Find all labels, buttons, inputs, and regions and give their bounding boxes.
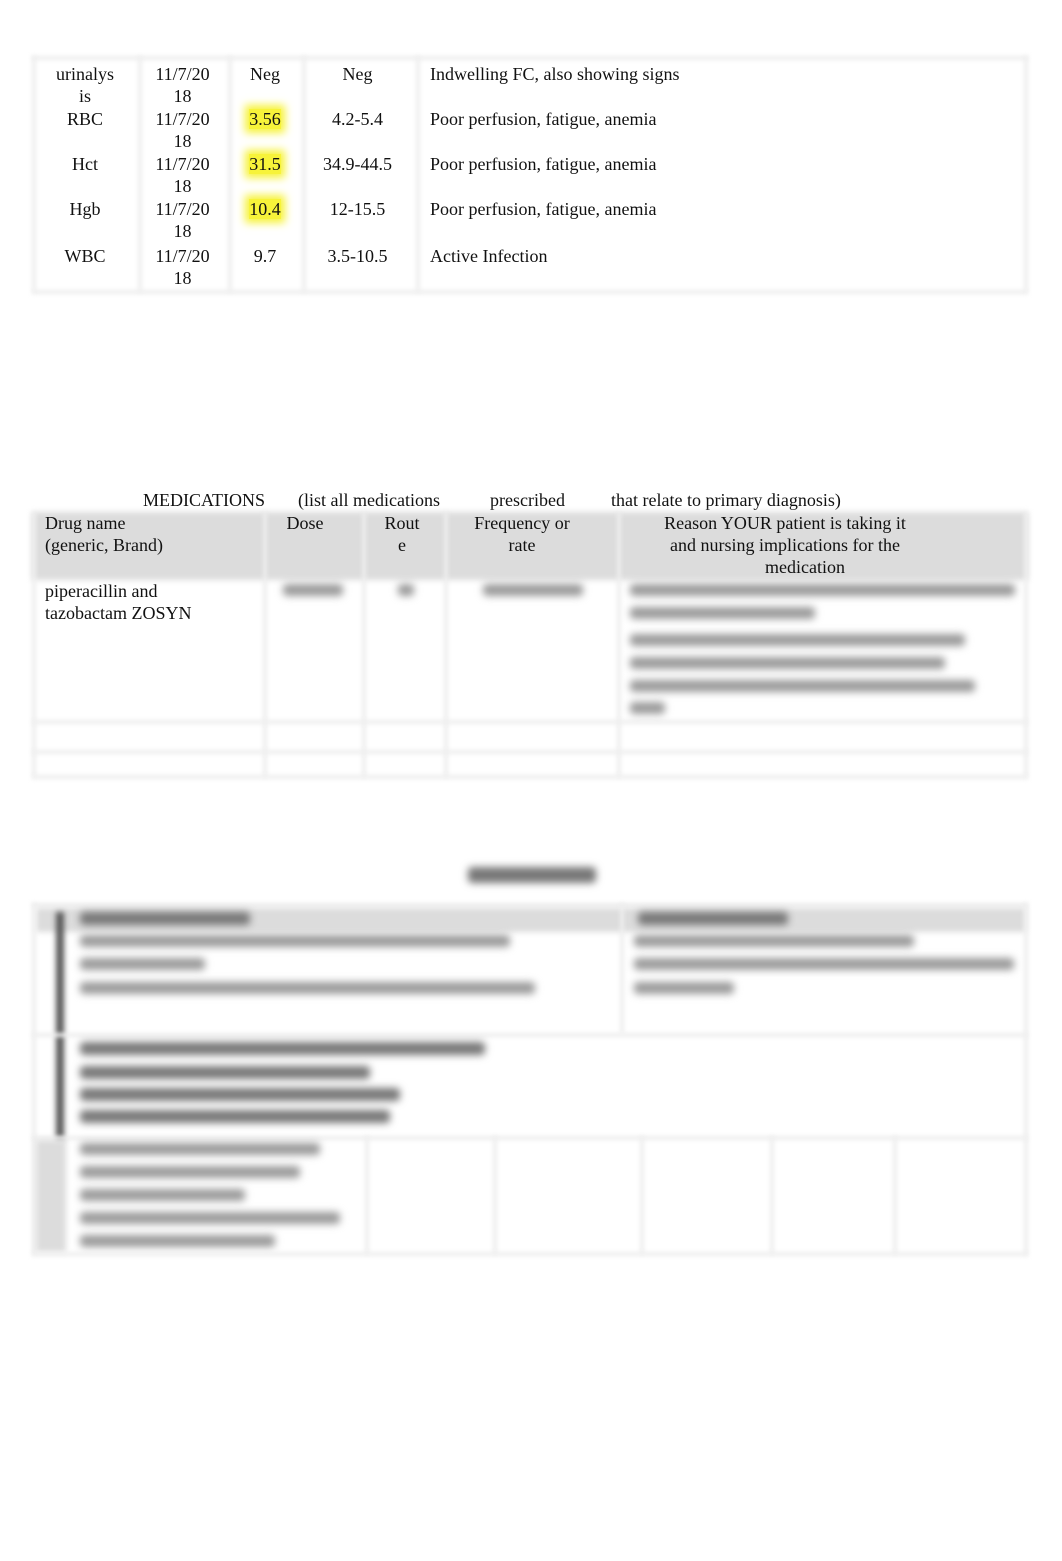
lab-value: 31.5	[230, 153, 300, 175]
lab-comment: Poor perfusion, fatigue, anemia	[430, 108, 656, 130]
header-line: Drug name	[45, 513, 126, 533]
lab-comment-text: Poor perfusion, fatigue, anemia	[430, 154, 657, 174]
lab-comment: Poor perfusion, fatigue, anemia	[430, 198, 656, 220]
lab-test: Hct	[40, 153, 130, 175]
lab-comment-text: Active Infection	[430, 246, 548, 266]
lab-value-text: 10.4	[249, 199, 281, 219]
lab-date-line: 11/7/20	[155, 64, 210, 84]
lab-value-text: 31.5	[249, 154, 281, 174]
medications-title-part: prescribed	[490, 490, 565, 510]
header-line: Dose	[286, 513, 324, 533]
drug-line: piperacillin and	[45, 581, 158, 601]
lab-range-text: 34.9-44.5	[323, 154, 392, 174]
header-line: (generic, Brand)	[45, 535, 163, 555]
obscured-route	[398, 584, 414, 596]
header-route: Rout e	[362, 512, 442, 556]
medications-title-part: MEDICATIONS	[143, 490, 266, 510]
lab-test-line: Hgb	[69, 199, 101, 219]
lab-date-line: 11/7/20	[155, 199, 210, 219]
lab-value: Neg	[230, 63, 300, 85]
document-page: urinalys is 11/7/20 18 Neg Neg Indwelling FC, …	[0, 0, 1062, 1561]
lab-value-text: Neg	[250, 64, 280, 84]
lab-range-text: 3.5-10.5	[327, 246, 388, 266]
lab-test-line: Hct	[72, 154, 98, 174]
header-line: Frequency or	[474, 513, 570, 533]
lab-test: WBC	[40, 245, 130, 267]
lab-test-line: WBC	[64, 246, 106, 266]
header-line: and nursing implications for the	[670, 535, 900, 555]
medications-title-part: (list all medications	[298, 490, 440, 510]
lab-test-line: RBC	[66, 109, 104, 129]
header-reason: Reason YOUR patient is taking it and nur…	[620, 512, 950, 578]
lab-range: 4.2-5.4	[305, 108, 410, 130]
lab-test-line: is	[78, 86, 91, 106]
lab-date: 11/7/20 18	[140, 108, 225, 152]
lab-date-line: 11/7/20	[155, 109, 210, 129]
lab-date-line: 11/7/20	[155, 246, 210, 266]
drug-line: tazobactam ZOSYN	[45, 603, 192, 623]
lab-comment-text: Poor perfusion, fatigue, anemia	[430, 109, 657, 129]
lab-test: RBC	[40, 108, 130, 130]
lab-date-line: 11/7/20	[155, 154, 210, 174]
lab-value-text: 3.56	[249, 109, 281, 129]
lab-date-line: 18	[173, 131, 192, 151]
lab-test: urinalys is	[40, 63, 130, 107]
header-dose: Dose	[265, 512, 345, 534]
lab-range: Neg	[305, 63, 410, 85]
header-line: e	[398, 535, 406, 555]
lab-value: 3.56	[230, 108, 300, 130]
lab-date: 11/7/20 18	[140, 245, 225, 289]
lab-date: 11/7/20 18	[140, 63, 225, 107]
header-line: Reason YOUR patient is taking it	[664, 513, 906, 533]
lab-date: 11/7/20 18	[140, 153, 225, 197]
medications-title-part: that relate to primary diagnosis)	[611, 490, 841, 510]
lab-value: 10.4	[230, 198, 300, 220]
lab-date-line: 18	[173, 176, 192, 196]
lab-date-line: 18	[173, 268, 192, 288]
lab-test-line: urinalys	[56, 64, 114, 84]
header-line: medication	[765, 557, 845, 577]
lab-value-text: 9.7	[253, 246, 277, 266]
lab-comment: Indwelling FC, also showing signs	[430, 63, 680, 85]
lab-comment: Poor perfusion, fatigue, anemia	[430, 153, 656, 175]
lab-comment: Active Infection	[430, 245, 547, 267]
lab-value: 9.7	[230, 245, 300, 267]
lab-date-line: 18	[173, 86, 192, 106]
lab-range-text: 4.2-5.4	[332, 109, 383, 129]
obscured-dose	[283, 584, 343, 596]
obscured-frequency	[483, 584, 583, 596]
lab-date: 11/7/20 18	[140, 198, 225, 242]
header-drug-name: Drug name (generic, Brand)	[45, 512, 163, 556]
header-line: rate	[508, 535, 536, 555]
lab-test: Hgb	[40, 198, 130, 220]
lab-range-text: 12-15.5	[329, 199, 386, 219]
lab-date-line: 18	[173, 221, 192, 241]
lab-comment-text: Poor perfusion, fatigue, anemia	[430, 199, 657, 219]
lab-comment-text: Indwelling FC, also showing signs	[430, 64, 680, 84]
lab-range-text: Neg	[342, 64, 373, 84]
lab-range: 3.5-10.5	[305, 245, 410, 267]
medication-drug-name: piperacillin and tazobactam ZOSYN	[45, 580, 191, 624]
header-line: Rout	[384, 513, 420, 533]
lab-range: 12-15.5	[305, 198, 410, 220]
header-frequency: Frequency or rate	[444, 512, 600, 556]
lab-range: 34.9-44.5	[305, 153, 410, 175]
